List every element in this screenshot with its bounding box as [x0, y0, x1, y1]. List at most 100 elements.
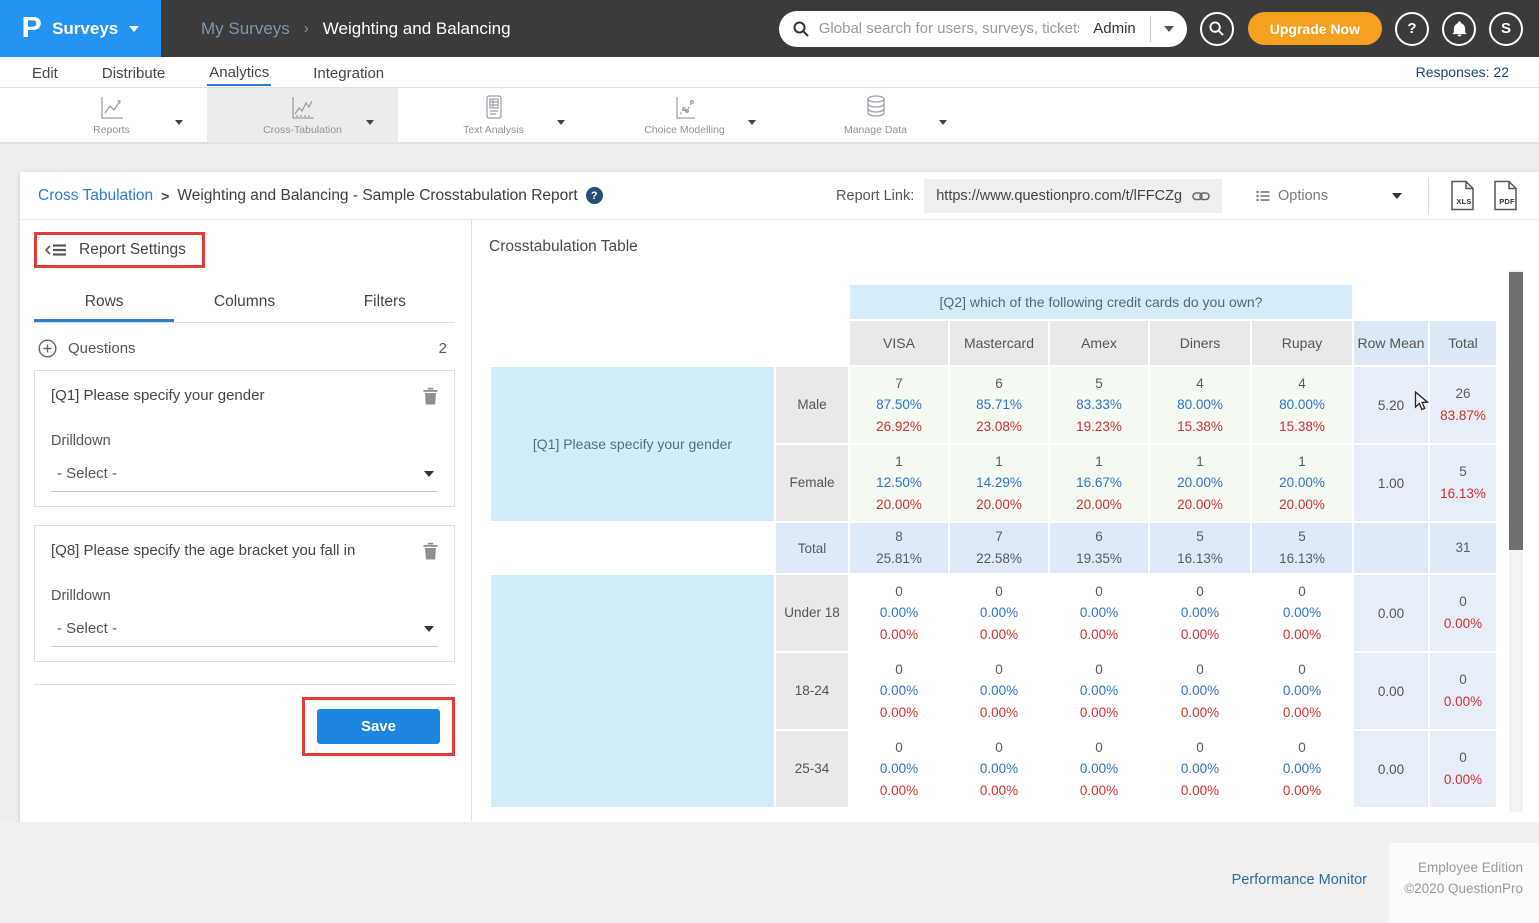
help-button[interactable]: ?	[1395, 12, 1429, 46]
bell-icon	[1452, 21, 1467, 37]
drilldown-select-q8[interactable]: - Select -	[51, 620, 438, 647]
vertical-scrollbar-track[interactable]	[1509, 270, 1523, 812]
toolbar-item-manage-data[interactable]: Manage Data	[780, 88, 971, 142]
add-question-icon[interactable]	[38, 339, 57, 358]
question-card-q8: [Q8] Please specify the age bracket you …	[34, 525, 455, 662]
row-total-cell: 516.13%	[1430, 445, 1496, 521]
total-row-header: Total	[776, 523, 848, 573]
data-cell: 00.00%0.00%	[1050, 575, 1148, 651]
upgrade-now-button[interactable]: Upgrade Now	[1248, 12, 1382, 45]
total-data-cell: 722.58%	[950, 523, 1048, 573]
row-total-cell: 00.00%	[1430, 575, 1496, 651]
report-settings-label: Report Settings	[79, 241, 186, 259]
edition-label: Employee Edition	[1418, 860, 1523, 875]
toolbar-item-cross-tabulation[interactable]: Cross-Tabulation	[207, 88, 398, 142]
report-link-box[interactable]: https://www.questionpro.com/t/lFFCZg	[924, 179, 1222, 213]
data-cell: 00.00%0.00%	[1252, 653, 1352, 729]
row-mean-header: Row Mean	[1354, 321, 1428, 365]
data-cell: 00.00%0.00%	[850, 575, 948, 651]
global-search-input[interactable]	[819, 20, 1079, 37]
crosstab-panel: Crosstabulation Table [Q2] which of the …	[472, 220, 1539, 821]
toolbar-item-choice-modelling[interactable]: Choice Modelling	[589, 88, 780, 142]
chevron-down-icon[interactable]	[175, 112, 183, 130]
search-scope-admin[interactable]: Admin	[1079, 20, 1150, 37]
export-pdf-button[interactable]: PDF	[1492, 180, 1519, 211]
chevron-down-icon[interactable]	[748, 112, 756, 130]
report-url[interactable]: https://www.questionpro.com/t/lFFCZg	[936, 188, 1182, 204]
row-header: 25-34	[776, 731, 848, 807]
report-settings-toggle[interactable]: Report Settings	[37, 235, 202, 265]
nav-tab-distribute[interactable]: Distribute	[100, 60, 167, 85]
cross-tabulation-link[interactable]: Cross Tabulation	[38, 187, 153, 205]
toolbar-item-text-analysis[interactable]: Text Analysis	[398, 88, 589, 142]
data-cell: 116.67%20.00%	[1050, 445, 1148, 521]
total-header: Total	[1430, 321, 1496, 365]
report-help-button[interactable]: ?	[586, 187, 603, 204]
row-mean-cell: 1.00	[1354, 445, 1428, 521]
grand-total-cell: 31	[1430, 523, 1496, 573]
options-dropdown[interactable]: Options	[1256, 188, 1402, 204]
link-icon	[1192, 189, 1210, 203]
column-header-amex: Amex	[1050, 321, 1148, 365]
row-total-cell: 2683.87%	[1430, 367, 1496, 443]
data-cell: 00.00%0.00%	[950, 731, 1048, 807]
questions-label: Questions	[68, 340, 136, 357]
chevron-down-icon[interactable]	[366, 112, 374, 130]
data-cell: 00.00%0.00%	[1150, 731, 1250, 807]
performance-monitor-link[interactable]: Performance Monitor	[1232, 872, 1367, 888]
divider	[1428, 178, 1429, 214]
tab-filters[interactable]: Filters	[315, 284, 455, 322]
data-cell: 00.00%0.00%	[850, 653, 948, 729]
spacer-cell	[776, 321, 848, 365]
vertical-scrollbar-thumb[interactable]	[1509, 272, 1523, 550]
data-cell: 480.00%15.38%	[1252, 367, 1352, 443]
column-header-visa: VISA	[850, 321, 948, 365]
nav-tab-edit[interactable]: Edit	[30, 60, 60, 85]
tab-columns[interactable]: Columns	[174, 284, 314, 322]
breadcrumb-my-surveys[interactable]: My Surveys	[201, 19, 290, 39]
surveys-product-menu[interactable]: P Surveys	[0, 0, 161, 57]
search-scope-dropdown[interactable]	[1151, 11, 1187, 47]
footer: Performance Monitor Employee Edition ©20…	[0, 822, 1539, 923]
nav-tab-analytics[interactable]: Analytics	[207, 59, 271, 86]
row-mean-cell: 0.00	[1354, 653, 1428, 729]
column-header-diners: Diners	[1150, 321, 1250, 365]
data-cell: 00.00%0.00%	[1150, 575, 1250, 651]
row-mean-cell: 0.00	[1354, 575, 1428, 651]
save-button[interactable]: Save	[317, 709, 440, 744]
delete-question-button[interactable]	[423, 387, 438, 409]
total-data-cell: 516.13%	[1252, 523, 1352, 573]
analytics-toolbar: Reports Cross-Tabulation Text Analysis C…	[0, 88, 1539, 144]
question-mark-icon: ?	[1407, 20, 1416, 37]
breadcrumb-current-survey: Weighting and Balancing	[323, 19, 511, 39]
row-header: Female	[776, 445, 848, 521]
account-avatar[interactable]: S	[1489, 12, 1523, 46]
toolbar-item-reports[interactable]: Reports	[16, 88, 207, 142]
spacer-cell	[1430, 285, 1496, 319]
delete-question-button[interactable]	[423, 542, 438, 564]
column-header-mastercard: Mastercard	[950, 321, 1048, 365]
question-mark-icon: ?	[591, 190, 598, 202]
options-label: Options	[1278, 188, 1328, 204]
questions-count: 2	[439, 340, 447, 357]
row-total-cell: 00.00%	[1430, 653, 1496, 729]
report-card: Cross Tabulation > Weighting and Balanci…	[20, 172, 1539, 822]
list-options-icon	[1256, 190, 1270, 202]
trash-icon	[423, 387, 438, 405]
export-xls-button[interactable]: XLS	[1449, 180, 1476, 211]
data-cell: 120.00%20.00%	[1150, 445, 1250, 521]
tab-rows[interactable]: Rows	[34, 284, 174, 322]
search-submit-button[interactable]	[1200, 12, 1234, 46]
chevron-down-icon[interactable]	[939, 112, 947, 130]
chevron-down-icon	[1392, 193, 1402, 199]
mouse-cursor	[1414, 391, 1432, 411]
chevron-down-icon[interactable]	[557, 112, 565, 130]
spacer-cell	[491, 321, 774, 365]
survey-nav: Edit Distribute Analytics Integration Re…	[0, 57, 1539, 88]
nav-tab-integration[interactable]: Integration	[311, 60, 386, 85]
drilldown-select-q1[interactable]: - Select -	[51, 465, 438, 492]
data-cell: 00.00%0.00%	[1050, 653, 1148, 729]
notifications-button[interactable]	[1442, 12, 1476, 46]
report-settings-panel: Report Settings Rows Columns Filters Que…	[20, 220, 472, 821]
questionpro-logo: P	[21, 14, 41, 43]
